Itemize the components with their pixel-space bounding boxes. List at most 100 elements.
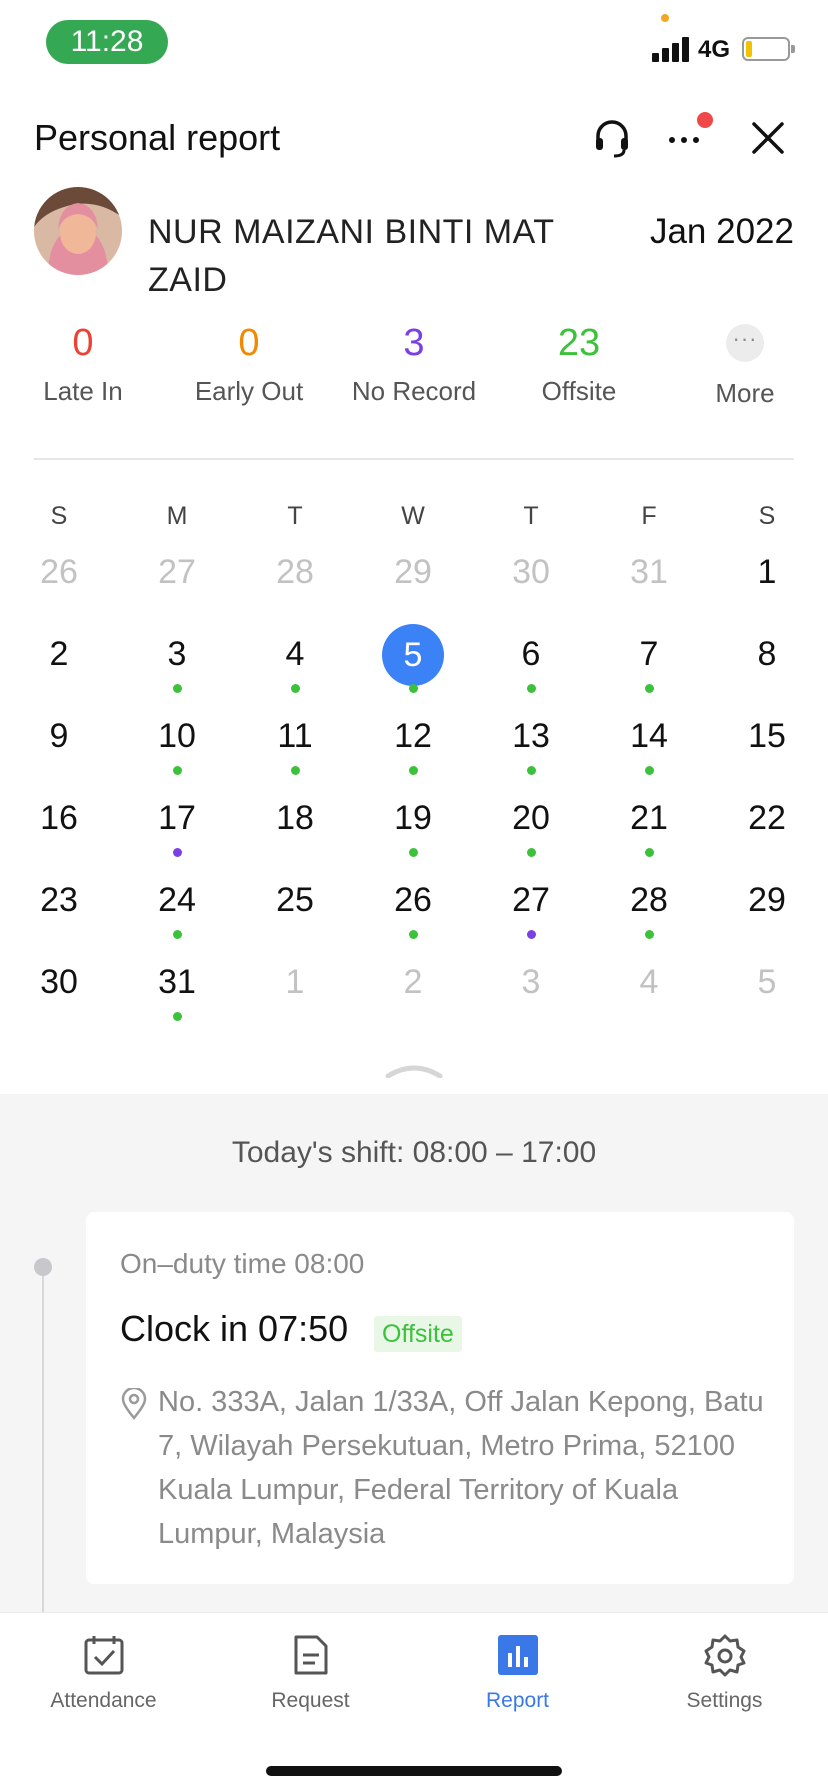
clock-in-time: Clock in 07:50 [120, 1308, 349, 1349]
calendar-day[interactable]: 20 [472, 788, 590, 870]
calendar-day[interactable]: 3 [472, 952, 590, 1034]
weekday-label: W [401, 502, 425, 530]
network-type: 4G [698, 36, 731, 63]
calendar-day[interactable]: 26 [0, 542, 118, 624]
stat-label: More [715, 378, 775, 408]
collapse-calendar-icon[interactable] [384, 1062, 444, 1078]
avatar [34, 187, 122, 275]
day-number: 3 [167, 635, 187, 673]
calendar-day[interactable]: 1 [708, 542, 826, 624]
calendar-day[interactable]: 6 [472, 624, 590, 706]
calendar-day[interactable]: 10 [118, 706, 236, 788]
calendar-day[interactable]: 24 [118, 870, 236, 952]
stat-late-in[interactable]: 0 Late In [0, 320, 166, 407]
calendar-day[interactable]: 18 [236, 788, 354, 870]
day-number: 22 [748, 799, 786, 837]
tab-attendance[interactable]: Attendance [0, 1633, 207, 1713]
user-name: NUR MAIZANI BINTI MAT ZAID [148, 213, 554, 299]
day-number: 26 [40, 553, 78, 591]
month-selector[interactable]: Jan 2022 [650, 212, 794, 252]
calendar-day[interactable]: 2 [354, 952, 472, 1034]
calendar-day[interactable]: 29 [354, 542, 472, 624]
day-number: 17 [158, 799, 196, 837]
calendar-day[interactable]: 4 [590, 952, 708, 1034]
calendar-day[interactable]: 26 [354, 870, 472, 952]
stats-row: 0 Late In 0 Early Out 3 No Record 23 Off… [0, 320, 828, 410]
day-number: 8 [757, 635, 777, 673]
calendar-day[interactable]: 3 [118, 624, 236, 706]
day-number: 5 [382, 624, 444, 686]
calendar-day[interactable]: 31 [590, 542, 708, 624]
tab-settings[interactable]: Settings [621, 1633, 828, 1713]
calendar-day[interactable]: 25 [236, 870, 354, 952]
calendar-day[interactable]: 23 [0, 870, 118, 952]
daily-record-section: Today's shift: 08:00 – 17:00 On–duty tim… [0, 1094, 828, 1612]
attendance-dot [409, 684, 418, 693]
tab-report[interactable]: Report [414, 1633, 621, 1713]
calendar-day[interactable]: 28 [590, 870, 708, 952]
calendar-day[interactable]: 16 [0, 788, 118, 870]
calendar-week-row: 16 17 18 19 20 21 22 [0, 788, 828, 870]
calendar-day[interactable]: 31 [118, 952, 236, 1034]
calendar-day[interactable]: 11 [236, 706, 354, 788]
stat-offsite[interactable]: 23 Offsite [496, 320, 662, 407]
tab-request[interactable]: Request [207, 1633, 414, 1713]
day-number: 23 [40, 881, 78, 919]
no-record-dot [173, 848, 182, 857]
attendance-dot [173, 684, 182, 693]
clock-in-address: No. 333A, Jalan 1/33A, Off Jalan Kepong,… [158, 1386, 764, 1550]
day-number: 29 [394, 553, 432, 591]
calendar-day[interactable]: 8 [708, 624, 826, 706]
privacy-indicator [661, 14, 669, 22]
stat-early-out[interactable]: 0 Early Out [166, 320, 332, 407]
day-number: 28 [630, 881, 668, 919]
clock-in-card[interactable]: On–duty time 08:00 Clock in 07:50 Offsit… [86, 1212, 794, 1584]
stat-value: 0 [72, 322, 94, 364]
day-number: 27 [512, 881, 550, 919]
attendance-dot [527, 766, 536, 775]
calendar-day[interactable]: 5 [708, 952, 826, 1034]
calendar-day[interactable]: 28 [236, 542, 354, 624]
calendar-day[interactable]: 29 [708, 870, 826, 952]
calendar-day[interactable]: 21 [590, 788, 708, 870]
calendar-day[interactable]: 30 [0, 952, 118, 1034]
stat-label: Offsite [541, 376, 617, 406]
attendance-dot [409, 766, 418, 775]
day-number: 4 [639, 963, 659, 1001]
attendance-dot [409, 930, 418, 939]
day-number: 7 [639, 635, 659, 673]
calendar-day[interactable]: 27 [118, 542, 236, 624]
day-number: 6 [521, 635, 541, 673]
calendar-day[interactable]: 30 [472, 542, 590, 624]
calendar-day-selected[interactable]: 5 [354, 624, 472, 706]
offsite-tag: Offsite [374, 1316, 462, 1352]
calendar-day[interactable]: 17 [118, 788, 236, 870]
close-icon[interactable] [746, 116, 790, 160]
headset-icon[interactable] [590, 116, 634, 160]
no-record-dot [527, 930, 536, 939]
stat-value: 23 [557, 322, 601, 364]
calendar-day[interactable]: 19 [354, 788, 472, 870]
stat-label: No Record [351, 376, 477, 406]
calendar-day[interactable]: 15 [708, 706, 826, 788]
calendar-day[interactable]: 1 [236, 952, 354, 1034]
stat-more[interactable]: ··· More [662, 320, 828, 409]
calendar-day[interactable]: 12 [354, 706, 472, 788]
calendar-day[interactable]: 14 [590, 706, 708, 788]
day-number: 18 [276, 799, 314, 837]
timeline-line [42, 1266, 44, 1612]
stat-no-record[interactable]: 3 No Record [331, 320, 497, 407]
calendar-day[interactable]: 27 [472, 870, 590, 952]
day-number: 20 [512, 799, 550, 837]
calendar-day[interactable]: 7 [590, 624, 708, 706]
calendar-day[interactable]: 22 [708, 788, 826, 870]
bottom-tab-bar: Attendance Request Report Settings [0, 1612, 828, 1792]
signal-icon [652, 36, 690, 62]
calendar-day[interactable]: 13 [472, 706, 590, 788]
day-number: 25 [276, 881, 314, 919]
calendar-day[interactable]: 2 [0, 624, 118, 706]
tab-label: Request [271, 1689, 350, 1712]
calendar-day[interactable]: 4 [236, 624, 354, 706]
calendar-day[interactable]: 9 [0, 706, 118, 788]
calendar-week-row: 2 3 4 5 6 7 8 [0, 624, 828, 706]
